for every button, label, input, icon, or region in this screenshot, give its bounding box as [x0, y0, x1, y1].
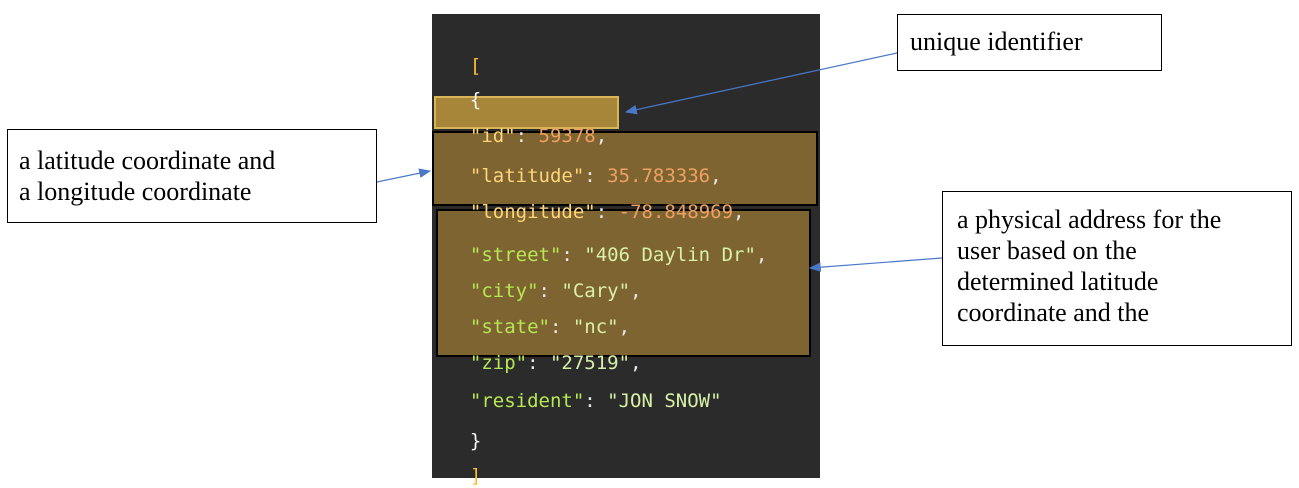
arrow-address [808, 257, 943, 272]
arrow-unique-identifier [624, 52, 898, 115]
callout-arrows [376, 52, 943, 272]
arrow-coordinates [376, 168, 432, 183]
